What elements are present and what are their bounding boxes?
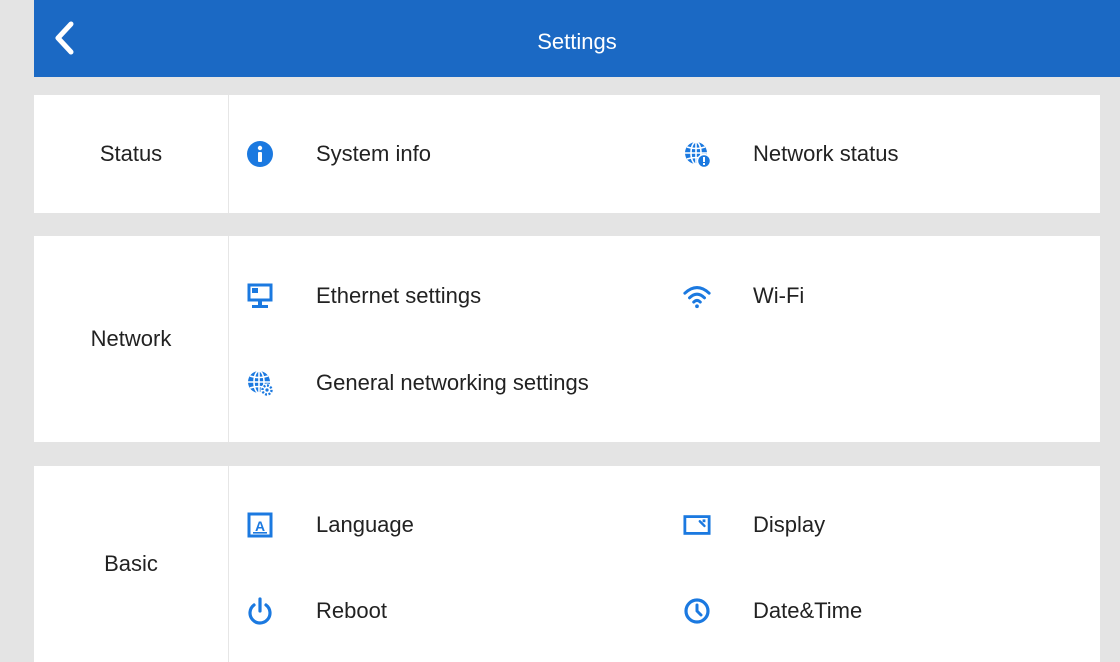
ethernet-icon [246,282,274,310]
language-icon: A [246,511,274,539]
system-info-label: System info [316,141,431,166]
date-time-label: Date&Time [753,598,863,623]
general-networking-settings-item[interactable]: General networking settings [246,355,589,411]
section-label-basic: Basic [34,466,229,662]
network-status-item[interactable]: Network status [683,126,899,182]
reboot-item[interactable]: Reboot [246,583,387,639]
language-label: Language [316,512,414,537]
wifi-item[interactable]: Wi-Fi [683,268,804,324]
display-icon [683,511,711,539]
wifi-icon [683,282,711,310]
general-networking-settings-label: General networking settings [316,370,589,395]
power-icon [246,597,274,625]
clock-icon [683,597,711,625]
info-icon [246,140,274,168]
display-item[interactable]: Display [683,497,825,553]
wifi-label: Wi-Fi [753,283,805,308]
language-item[interactable]: A Language [246,497,414,553]
status-card: Status System info Network status [34,95,1100,213]
ethernet-settings-item[interactable]: Ethernet settings [246,268,481,324]
date-time-item[interactable]: Date&Time [683,583,862,639]
svg-text:A: A [255,518,265,534]
section-label-network: Network [34,236,229,442]
globe-gear-icon [246,369,274,397]
basic-card: Basic A Language Display Reboot Date&Tim… [34,466,1100,662]
network-card: Network Ethernet settings Wi-Fi General … [34,236,1100,442]
globe-alert-icon [683,140,711,168]
app-header: Settings [34,0,1120,77]
network-status-label: Network status [753,141,899,166]
section-label-status: Status [34,95,229,213]
system-info-item[interactable]: System info [246,126,431,182]
reboot-label: Reboot [316,598,387,623]
ethernet-settings-label: Ethernet settings [316,283,482,308]
display-label: Display [753,512,826,537]
page-title: Settings [537,29,617,54]
